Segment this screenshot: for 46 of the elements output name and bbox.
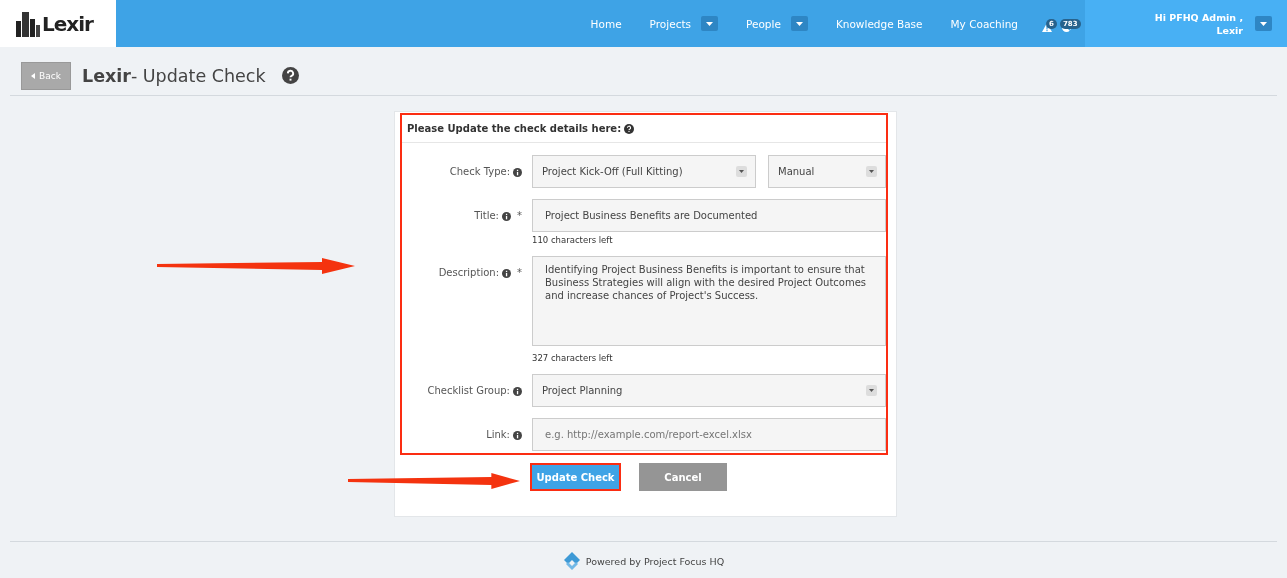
- dropdown-toggle[interactable]: [790, 16, 808, 31]
- form-heading: Please Update the check details here:: [407, 123, 622, 134]
- dropdown-toggle[interactable]: [701, 16, 718, 31]
- nav-link[interactable]: Knowledge Base: [821, 17, 937, 30]
- info-icon: [502, 212, 511, 221]
- select-field[interactable]: Project Planning: [532, 374, 886, 407]
- select-field[interactable]: Project Kick-Off (Full Kitting): [532, 155, 756, 188]
- info-icon: [513, 168, 522, 177]
- page-title: Lexir- Update Check: [82, 65, 266, 86]
- field-label: Title:: [474, 210, 499, 221]
- text-field[interactable]: Project Business Benefits are Documented: [532, 199, 886, 232]
- caret-left-icon: [31, 72, 36, 79]
- help-icon: [624, 123, 635, 134]
- info-icon: [513, 431, 522, 440]
- info-icon: [513, 387, 522, 396]
- cancel-button[interactable]: Cancel: [639, 463, 727, 491]
- required-asterisk: *: [517, 267, 522, 278]
- caret-icon: [706, 21, 713, 26]
- caret-icon: [795, 21, 803, 26]
- update-button[interactable]: Update Check: [530, 463, 621, 491]
- building-logo-icon: [14, 9, 41, 38]
- field-label: Description:: [438, 267, 499, 278]
- field-label: Link:: [486, 429, 510, 440]
- field-label: Checklist Group:: [427, 385, 510, 396]
- select-field[interactable]: Manual: [768, 155, 886, 188]
- text-area[interactable]: Identifying Project Business Benefits is important to ensure that Business Strategies will align with the desired Project Outcomes and increase chances of Project's Success.: [532, 256, 886, 346]
- character-count: 327 characters left: [532, 353, 614, 363]
- nav-link[interactable]: Projects: [635, 17, 701, 30]
- footer-text: Powered by Project Focus HQ: [585, 555, 725, 567]
- field-label: Check Type:: [449, 166, 510, 177]
- character-count: 110 characters left: [532, 235, 614, 245]
- diamond-logo-icon: [562, 552, 581, 570]
- nav-link[interactable]: Home: [576, 17, 636, 30]
- caret-icon: [869, 170, 874, 173]
- text-field[interactable]: e.g. http://example.com/report-excel.xlsx: [532, 418, 886, 451]
- caret-icon: [869, 389, 874, 392]
- required-asterisk: *: [517, 210, 522, 221]
- nav-link[interactable]: My Coaching: [936, 17, 1032, 30]
- back-button[interactable]: Back: [21, 61, 71, 90]
- info-icon: [502, 269, 511, 278]
- help-icon: [281, 67, 299, 84]
- dropdown-toggle[interactable]: [1255, 16, 1272, 31]
- logo-text: Lexir: [42, 11, 93, 36]
- caret-icon: [1260, 21, 1267, 26]
- caret-icon: [739, 170, 744, 173]
- nav-link[interactable]: People: [732, 17, 791, 30]
